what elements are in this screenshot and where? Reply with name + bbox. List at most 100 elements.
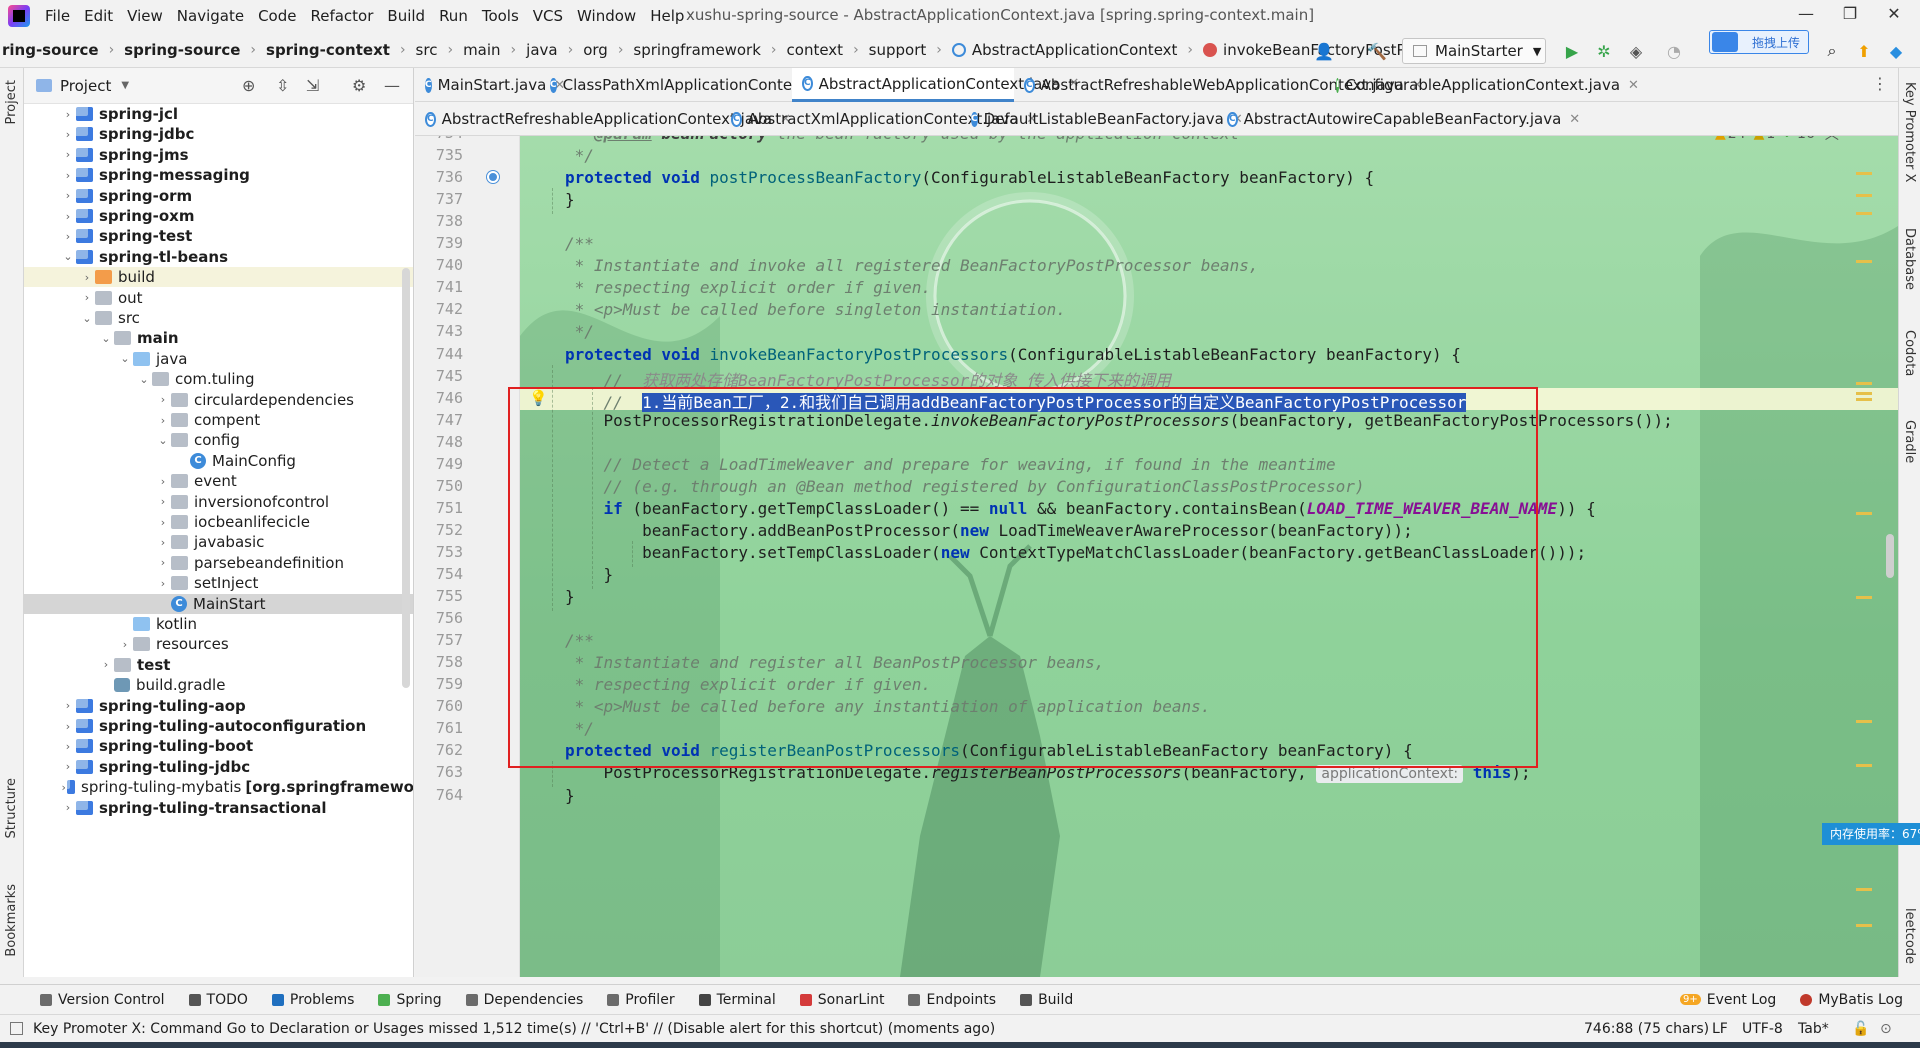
event-log-button[interactable]: 9+ Event Log bbox=[1668, 992, 1788, 1008]
codota-tab[interactable]: Codota bbox=[1902, 330, 1917, 376]
leetcode-tab[interactable]: leetcode bbox=[1902, 908, 1917, 964]
editor-tab[interactable]: C AbstractRefreshableWebApplicationContex… bbox=[1014, 68, 1423, 102]
code-line[interactable]: /** bbox=[565, 631, 594, 650]
menu-file[interactable]: File bbox=[38, 7, 77, 25]
tree-item[interactable]: › out bbox=[24, 288, 413, 308]
git-icon[interactable]: ⊙ bbox=[1880, 1021, 1892, 1037]
code-line[interactable]: beanFactory.addBeanPostProcessor(new Loa… bbox=[565, 521, 1413, 540]
code-line[interactable]: } bbox=[565, 190, 575, 209]
code-line[interactable]: * @param beanFactory the bean factory us… bbox=[565, 136, 1240, 143]
tree-item[interactable]: ⌄ java bbox=[24, 349, 413, 369]
tree-item[interactable]: › parsebeandefinition bbox=[24, 553, 413, 573]
code-line[interactable]: protected void invokeBeanFactoryPostProc… bbox=[565, 345, 1461, 364]
locate-icon[interactable]: ⊕ bbox=[242, 76, 255, 95]
editor-tab[interactable]: C MainStart.java ✕ bbox=[415, 68, 565, 102]
status-toggle-icon[interactable] bbox=[10, 1022, 23, 1035]
caret-position[interactable]: 746:88 (75 chars) bbox=[1584, 1021, 1709, 1037]
tree-item[interactable]: › spring-oxm bbox=[24, 206, 413, 226]
error-stripe-mark[interactable] bbox=[1856, 392, 1872, 395]
tree-item[interactable]: › event bbox=[24, 471, 413, 491]
code-line[interactable]: * <p>Must be called before any instantia… bbox=[565, 697, 1211, 716]
tool-window-sonarlint[interactable]: SonarLint bbox=[788, 992, 897, 1008]
chevron-right-icon[interactable]: › bbox=[60, 760, 76, 773]
chevron-right-icon[interactable]: › bbox=[155, 536, 171, 549]
editor-scrollbar-thumb[interactable] bbox=[1886, 534, 1894, 578]
hide-icon[interactable]: — bbox=[384, 76, 400, 95]
code-editor[interactable]: 734 735 736 737 738 739 740 741 742 743 744 745 746 7… bbox=[415, 136, 1898, 977]
code-line[interactable]: * Instantiate and invoke all registered … bbox=[565, 256, 1259, 275]
run-icon[interactable]: ▶ bbox=[1560, 38, 1584, 64]
editor-tab[interactable]: C AbstractXmlApplicationContext.java ✕ bbox=[721, 102, 1037, 136]
chevron-right-icon[interactable]: › bbox=[60, 210, 76, 223]
tool-window-terminal[interactable]: Terminal bbox=[687, 992, 788, 1008]
breadcrumb-item[interactable]: support bbox=[867, 41, 929, 59]
close-tab-icon[interactable]: ✕ bbox=[1628, 78, 1639, 93]
chevron-right-icon[interactable]: › bbox=[60, 189, 76, 202]
upload-button[interactable]: 拖拽上传 bbox=[1709, 30, 1809, 54]
gradle-tab[interactable]: Gradle bbox=[1902, 420, 1917, 463]
tool-window-endpoints[interactable]: Endpoints bbox=[896, 992, 1008, 1008]
chevron-right-icon[interactable]: › bbox=[98, 658, 114, 671]
key-promoter-tab[interactable]: Key Promoter X bbox=[1902, 82, 1917, 182]
chevron-down-icon[interactable]: ▼ bbox=[121, 80, 129, 91]
tree-item[interactable]: C MainConfig bbox=[24, 451, 413, 471]
editor-tab[interactable]: CDefaultListableBeanFactory.java✕ bbox=[961, 102, 1243, 136]
run-config-select[interactable]: MainStarter ▼ bbox=[1402, 38, 1546, 64]
editor-tab[interactable]: C AbstractRefreshableApplicationContext.j… bbox=[415, 102, 791, 136]
tree-item[interactable]: › inversionofcontrol bbox=[24, 492, 413, 512]
breadcrumb-item[interactable]: AbstractApplicationContext bbox=[950, 41, 1180, 59]
chevron-down-icon[interactable]: ⌄ bbox=[60, 250, 76, 263]
error-stripe-mark[interactable] bbox=[1856, 720, 1872, 723]
editor-tab[interactable]: I ConfigurableApplicationContext.java ✕ bbox=[1326, 68, 1639, 102]
code-line[interactable]: */ bbox=[565, 146, 594, 165]
menu-edit[interactable]: Edit bbox=[77, 7, 120, 25]
more-tabs-icon[interactable]: ⋮ bbox=[1872, 74, 1888, 93]
file-encoding[interactable]: UTF-8 bbox=[1742, 1021, 1783, 1037]
code-line[interactable]: } bbox=[565, 565, 614, 584]
tree-item[interactable]: › spring-tuling-jdbc bbox=[24, 757, 413, 777]
gear-icon[interactable]: ⚙ bbox=[352, 76, 366, 95]
chevron-right-icon[interactable]: › bbox=[60, 148, 76, 161]
tool-window-build[interactable]: Build bbox=[1008, 992, 1085, 1008]
indent-setting[interactable]: Tab* bbox=[1798, 1021, 1829, 1037]
chevron-right-icon[interactable]: › bbox=[60, 720, 76, 733]
code-line[interactable]: * respecting explicit order if given. bbox=[565, 278, 931, 297]
tool-window-problems[interactable]: Problems bbox=[260, 992, 367, 1008]
mybatis-log-button[interactable]: MyBatis Log bbox=[1788, 992, 1915, 1008]
chevron-right-icon[interactable]: › bbox=[60, 801, 76, 814]
code-line[interactable]: } bbox=[565, 786, 575, 805]
tree-item[interactable]: › spring-tuling-autoconfiguration bbox=[24, 716, 413, 736]
tree-item[interactable]: ⌄ main bbox=[24, 328, 413, 348]
minimize-icon[interactable]: — bbox=[1786, 4, 1826, 28]
chevron-right-icon[interactable]: › bbox=[155, 577, 171, 590]
tree-item[interactable]: › spring-jcl bbox=[24, 104, 413, 124]
code-line[interactable]: // 1.当前Bean工厂，2.和我们自己调用addBeanFactoryPos… bbox=[565, 389, 1467, 413]
breadcrumb-item[interactable]: org bbox=[581, 41, 610, 59]
tool-window-todo[interactable]: TODO bbox=[177, 992, 260, 1008]
error-stripe-mark[interactable] bbox=[1856, 398, 1872, 401]
breadcrumb-item[interactable]: spring-source bbox=[122, 41, 242, 59]
code-line[interactable]: protected void registerBeanPostProcessor… bbox=[565, 741, 1413, 760]
tree-item[interactable]: ⌄ src bbox=[24, 308, 413, 328]
chevron-up-icon[interactable]: ︿ bbox=[1825, 136, 1839, 144]
code-line[interactable]: // 获取两处存储BeanFactoryPostProcessor的对象 传入供… bbox=[565, 367, 1171, 391]
code-line[interactable]: PostProcessorRegistrationDelegate.invoke… bbox=[565, 411, 1673, 430]
tool-window-version-control[interactable]: Version Control bbox=[28, 992, 177, 1008]
tree-item[interactable]: › spring-jdbc bbox=[24, 124, 413, 144]
chevron-right-icon[interactable]: › bbox=[79, 271, 95, 284]
status-message[interactable]: Key Promoter X: Command Go to Declaratio… bbox=[33, 1021, 995, 1037]
editor-tab[interactable]: C AbstractApplicationContext.java ✕ bbox=[792, 68, 1079, 102]
menu-refactor[interactable]: Refactor bbox=[303, 7, 380, 25]
error-stripe-mark[interactable] bbox=[1856, 194, 1872, 197]
breadcrumb-item[interactable]: java bbox=[524, 41, 559, 59]
code-line[interactable]: // Detect a LoadTimeWeaver and prepare f… bbox=[565, 455, 1336, 474]
chevron-right-icon[interactable]: › bbox=[60, 699, 76, 712]
tree-item[interactable]: › spring-tuling-boot bbox=[24, 736, 413, 756]
tree-item[interactable]: ⌄ com.tuling bbox=[24, 369, 413, 389]
code-line[interactable]: protected void postProcessBeanFactory(Co… bbox=[565, 168, 1374, 187]
code-line[interactable]: beanFactory.setTempClassLoader(new Conte… bbox=[565, 543, 1586, 562]
tree-item[interactable]: build.gradle bbox=[24, 675, 413, 695]
error-stripe-mark[interactable] bbox=[1856, 924, 1872, 927]
chevron-right-icon[interactable]: › bbox=[155, 556, 171, 569]
error-stripe-mark[interactable] bbox=[1856, 382, 1872, 385]
